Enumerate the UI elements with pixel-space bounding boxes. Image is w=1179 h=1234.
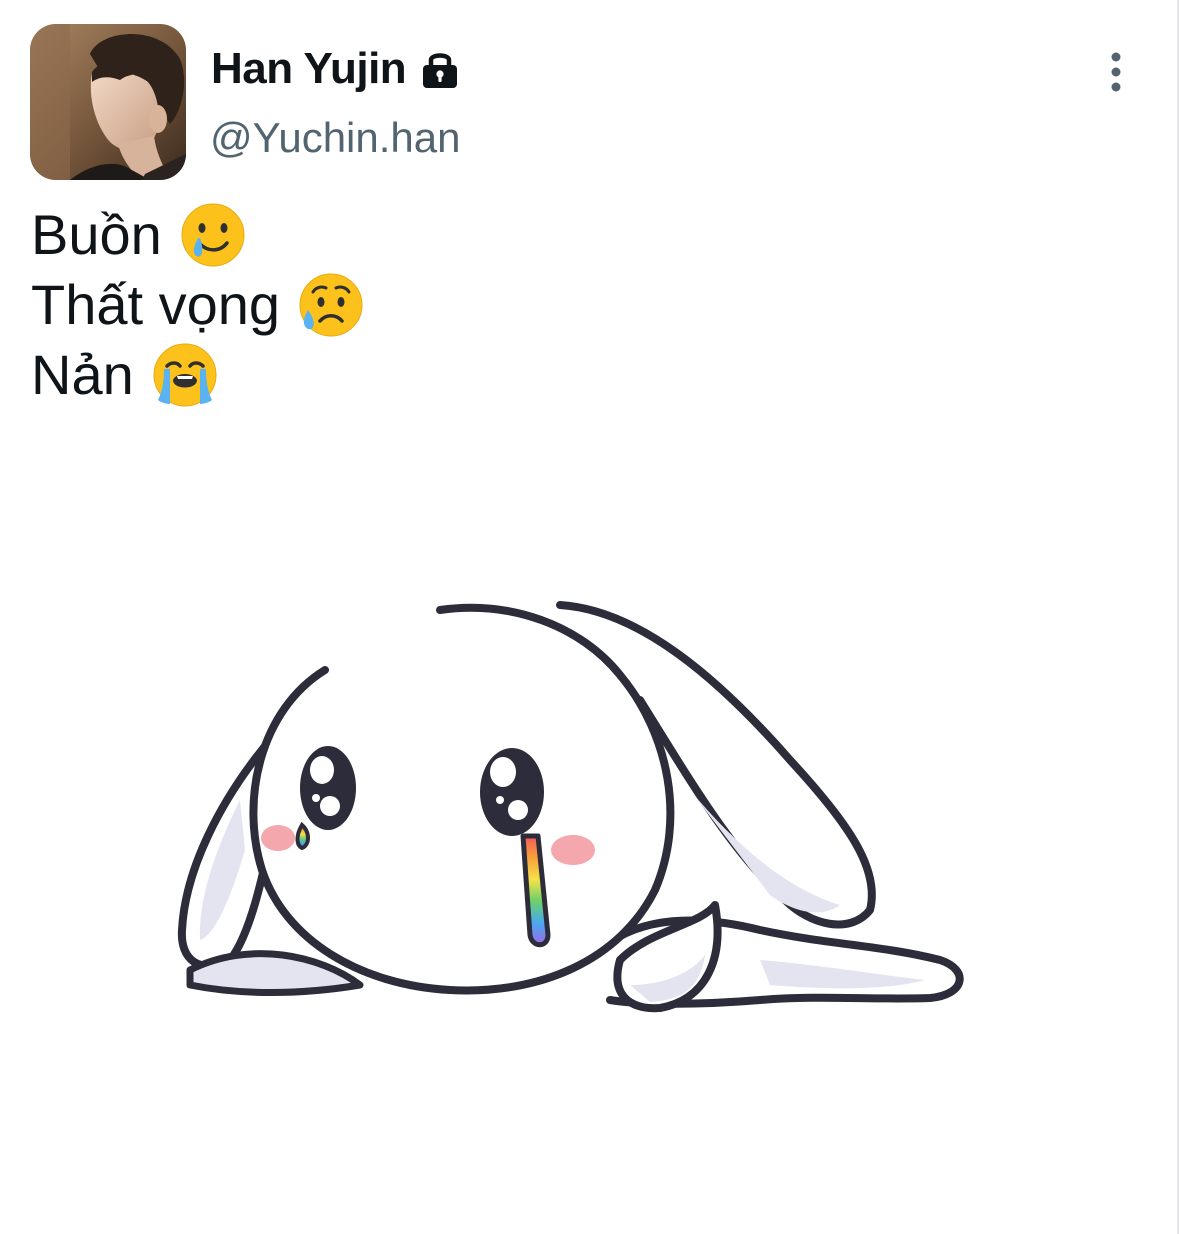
tweet-body: Buồn Thất vọng Nản [31,200,364,410]
tweet-line: Nản [31,340,364,410]
tweet-card[interactable]: Han Yujin @Yuchin.han Buồn Thất vọng Nản [0,0,1179,1234]
lock-icon [418,47,462,91]
sad-but-relieved-face-emoji [298,272,364,338]
tweet-line-text: Nản [31,343,134,406]
user-handle[interactable]: @Yuchin.han [210,114,460,162]
loudly-crying-face-emoji [152,342,218,408]
more-vertical-icon [1109,51,1123,98]
smiling-face-with-tear-emoji [180,202,246,268]
tweet-line: Buồn [31,200,364,270]
tweet-media-image[interactable] [160,580,990,1040]
tweet-line-text: Buồn [31,203,162,266]
display-name[interactable]: Han Yujin [211,47,407,91]
tweet-line-text: Thất vọng [31,273,281,336]
tweet-line: Thất vọng [31,270,364,340]
more-options-button[interactable] [1092,48,1140,100]
avatar[interactable] [30,24,186,180]
